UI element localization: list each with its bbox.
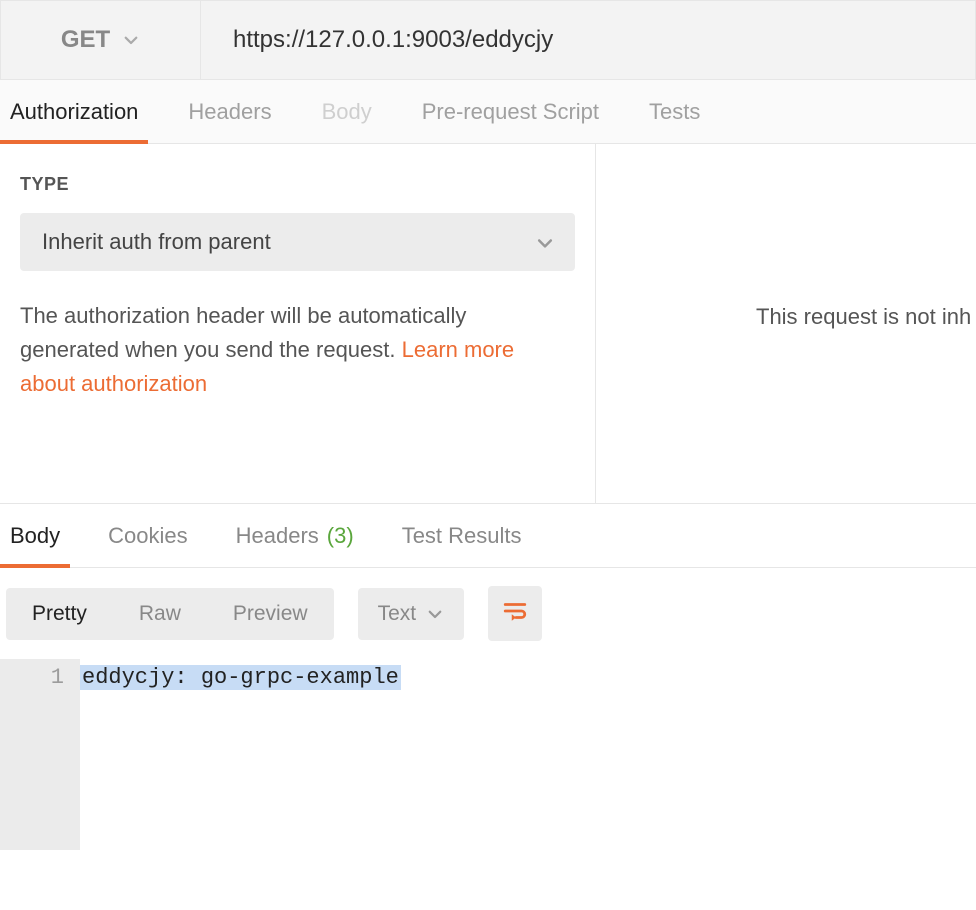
wrap-icon [502,598,528,629]
url-input[interactable] [201,1,975,79]
chevron-down-icon [535,233,553,251]
response-body-text: eddycjy: go-grpc-example [80,665,401,690]
response-tabs: Body Cookies Headers (3) Test Results [0,504,976,568]
response-tab-headers[interactable]: Headers (3) [236,504,354,567]
auth-left-column: TYPE Inherit auth from parent The author… [0,144,596,503]
tab-prerequest-script[interactable]: Pre-request Script [422,80,599,143]
request-tabs: Authorization Headers Body Pre-request S… [0,80,976,144]
view-preview-button[interactable]: Preview [207,588,334,640]
auth-description-text: The authorization header will be automat… [20,303,466,362]
authorization-panel: TYPE Inherit auth from parent The author… [0,144,976,504]
chevron-down-icon [426,605,444,623]
tab-body[interactable]: Body [322,80,372,143]
response-toolbar: Pretty Raw Preview Text [0,568,976,659]
line-number-gutter: 1 [0,659,80,850]
http-method-label: GET [61,26,110,54]
view-raw-button[interactable]: Raw [113,588,207,640]
auth-inherit-message: This request is not inh [756,304,971,329]
auth-right-column: This request is not inh [596,144,976,503]
auth-type-dropdown[interactable]: Inherit auth from parent [20,213,575,271]
tab-authorization[interactable]: Authorization [10,80,138,143]
auth-type-label: TYPE [20,174,575,195]
wrap-lines-button[interactable] [488,586,542,641]
response-tab-cookies[interactable]: Cookies [108,504,187,567]
format-label: Text [378,602,417,626]
response-tab-headers-label: Headers [236,523,319,549]
code-line[interactable]: eddycjy: go-grpc-example [80,659,976,850]
view-pretty-button[interactable]: Pretty [6,588,113,640]
auth-type-value: Inherit auth from parent [42,229,271,255]
auth-description: The authorization header will be automat… [20,299,550,401]
response-body: 1 eddycjy: go-grpc-example [0,659,976,850]
tab-headers[interactable]: Headers [188,80,271,143]
response-tab-body[interactable]: Body [10,504,60,567]
view-mode-group: Pretty Raw Preview [6,588,334,640]
headers-count-badge: (3) [327,523,354,549]
chevron-down-icon [122,31,140,49]
http-method-dropdown[interactable]: GET [1,1,201,79]
response-tab-test-results[interactable]: Test Results [402,504,522,567]
request-bar: GET [0,0,976,80]
tab-tests[interactable]: Tests [649,80,700,143]
format-dropdown[interactable]: Text [358,588,465,640]
